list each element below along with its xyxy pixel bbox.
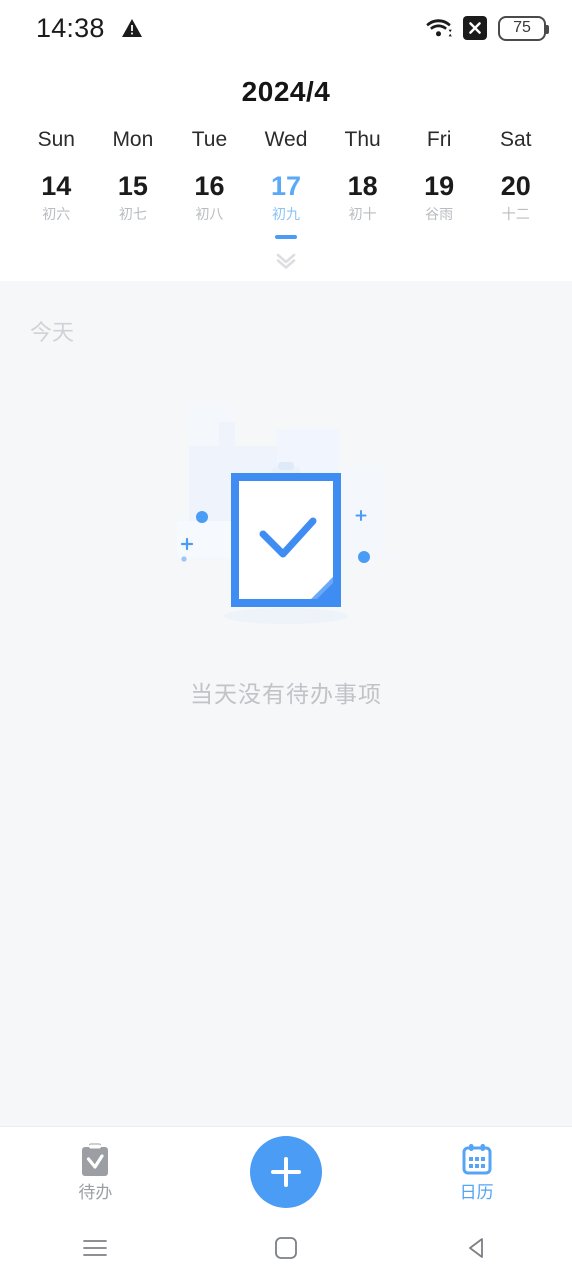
day-lunar: 初八 — [195, 206, 224, 223]
day-selected-indicator — [428, 235, 450, 239]
warning-triangle-icon — [121, 18, 143, 38]
calendar-header: 2024/4 Sun Mon Tue Wed Thu Fri Sat 14 初六… — [0, 56, 572, 282]
day-lunar: 初十 — [348, 206, 377, 223]
weekday-tue: Tue — [191, 128, 228, 151]
day-lunar: 谷雨 — [425, 206, 454, 223]
day-number: 18 — [347, 171, 378, 201]
day-cell[interactable]: 20 十二 — [477, 172, 554, 243]
day-cell[interactable]: 19 谷雨 — [401, 172, 478, 243]
status-bar-left: 14:38 — [36, 13, 143, 44]
weekday-wed: Wed — [264, 128, 308, 151]
weekday-sat: Sat — [499, 128, 532, 151]
day-selected-indicator — [122, 235, 144, 239]
today-label: 今天 — [30, 320, 75, 346]
day-selected-indicator — [198, 235, 220, 239]
empty-state: 当天没有待办事项 — [0, 371, 572, 709]
calendar-icon — [460, 1142, 494, 1178]
day-cell[interactable]: 18 初十 — [324, 172, 401, 243]
day-lunar: 初九 — [272, 206, 301, 223]
tab-todo[interactable]: 待办 — [0, 1127, 191, 1216]
day-number: 14 — [41, 171, 72, 201]
back-button[interactable] — [381, 1216, 572, 1280]
todo-list-area: 今天 当天没有待办事项 — [0, 281, 572, 1126]
page-title[interactable]: 2024/4 — [0, 56, 572, 114]
day-cell[interactable]: 15 初七 — [95, 172, 172, 243]
day-number: 20 — [500, 171, 531, 201]
menu-icon — [80, 1237, 110, 1259]
weekday-mon: Mon — [112, 128, 154, 151]
home-button[interactable] — [191, 1216, 382, 1280]
day-cell-selected[interactable]: 17 初九 — [248, 172, 325, 243]
day-cell[interactable]: 16 初八 — [171, 172, 248, 243]
system-nav-bar — [0, 1216, 572, 1280]
home-square-icon — [274, 1236, 298, 1260]
day-lunar: 十二 — [501, 206, 530, 223]
x-badge-icon — [463, 16, 487, 40]
add-task-button[interactable] — [250, 1135, 322, 1208]
status-bar: 14:38 75 — [0, 0, 572, 56]
week-days-row: 14 初六 15 初七 16 初八 17 初九 18 初十 19 谷雨 20 十… — [0, 152, 572, 243]
day-selected-indicator — [45, 235, 67, 239]
status-bar-right: 75 — [425, 15, 549, 41]
day-lunar: 初七 — [118, 206, 147, 223]
bottom-tab-bar: 待办 日历 — [0, 1126, 572, 1216]
status-time: 14:38 — [36, 12, 105, 43]
clipboard-check-icon — [78, 1142, 112, 1178]
weekday-row: Sun Mon Tue Wed Thu Fri Sat — [0, 114, 572, 152]
chevron-double-down-icon — [271, 251, 301, 270]
weekday-fri: Fri — [426, 128, 452, 151]
day-number: 19 — [424, 171, 455, 201]
battery-level: 75 — [513, 19, 531, 36]
back-triangle-icon — [465, 1236, 489, 1260]
day-cell[interactable]: 14 初六 — [18, 172, 95, 243]
day-number: 16 — [194, 171, 225, 201]
day-selected-indicator — [352, 235, 374, 239]
tab-todo-label: 待办 — [78, 1183, 113, 1202]
day-number: 17 — [271, 171, 302, 201]
day-number: 15 — [117, 171, 148, 201]
weekday-thu: Thu — [344, 128, 381, 151]
battery-indicator: 75 — [498, 15, 549, 41]
empty-state-text: 当天没有待办事项 — [190, 681, 382, 708]
add-button-slot — [191, 1127, 382, 1216]
day-selected-indicator — [275, 235, 298, 240]
app-screen: 14:38 75 2024/4 Sun Mon Tue Wed Thu Fri … — [0, 0, 572, 1280]
clipboard-check-illustration — [171, 371, 401, 651]
weekday-sun: Sun — [37, 128, 75, 151]
expand-calendar-button[interactable] — [0, 243, 572, 277]
tab-calendar[interactable]: 日历 — [381, 1127, 572, 1216]
plus-icon — [265, 1151, 307, 1193]
recents-button[interactable] — [0, 1216, 191, 1280]
day-lunar: 初六 — [42, 206, 71, 223]
day-selected-indicator — [505, 235, 527, 239]
tab-calendar-label: 日历 — [459, 1183, 494, 1202]
wifi-icon — [425, 17, 452, 39]
